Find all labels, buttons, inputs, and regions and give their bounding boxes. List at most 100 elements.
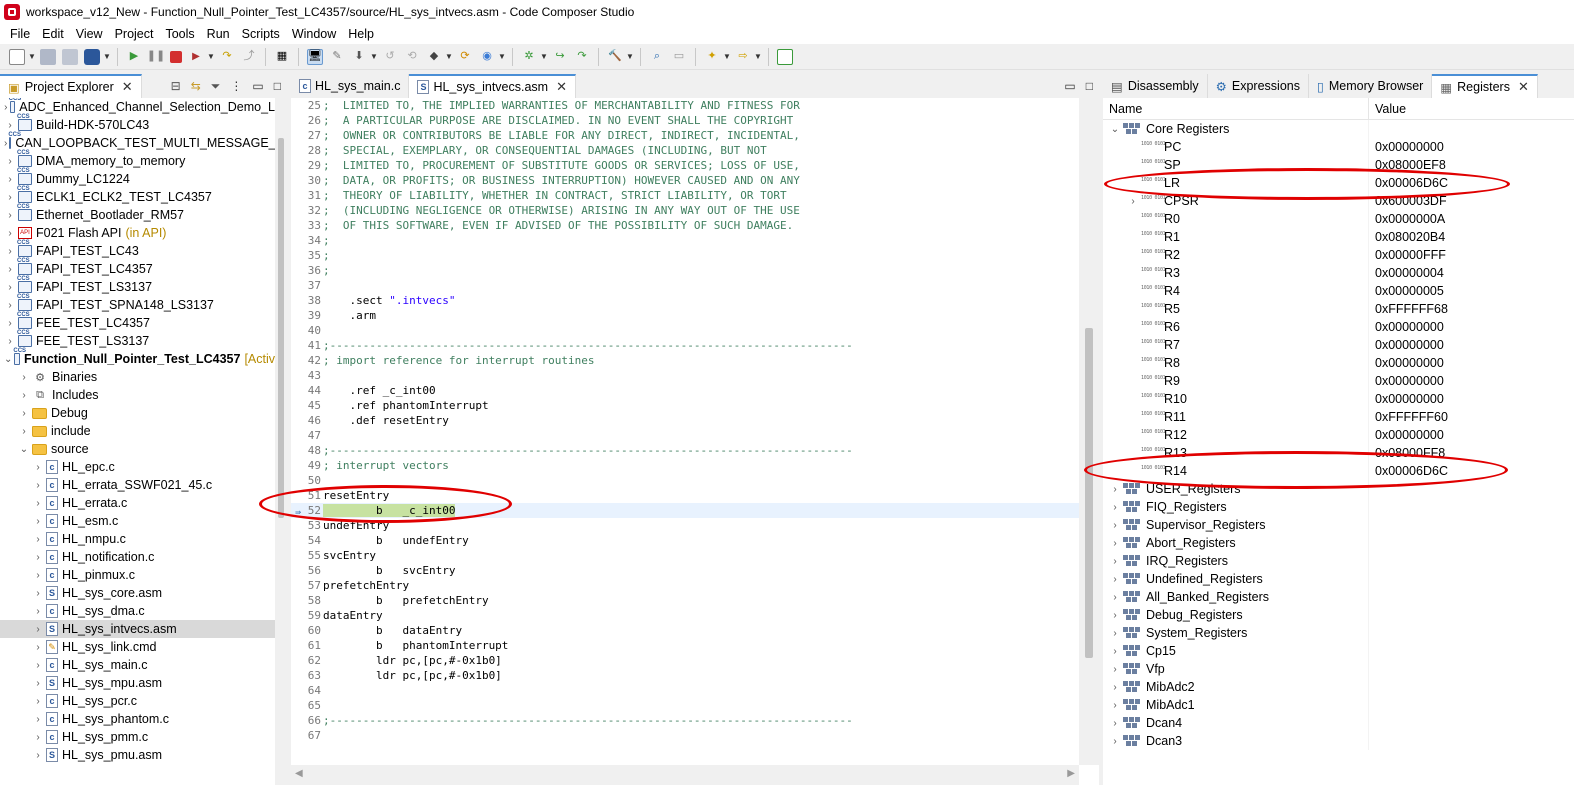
tree-item[interactable]: › S HL_sys_core.asm [0, 584, 275, 602]
reset-icon[interactable]: ⟲ [404, 49, 420, 65]
tree-item[interactable]: › ECLK1_ECLK2_TEST_LC4357 [0, 186, 275, 206]
chevron-right-icon[interactable]: › [1109, 664, 1121, 675]
code-line[interactable]: 35; [291, 248, 1079, 263]
code-line[interactable]: 59 dataEntry [291, 608, 1079, 623]
tree-item[interactable]: › FEE_TEST_LC4357 [0, 312, 275, 332]
register-row[interactable]: 1010 0101 PC 0x00000000 [1103, 138, 1574, 156]
register-value[interactable]: 0x080020B4 [1369, 230, 1445, 244]
step-into-icon[interactable]: ↪ [552, 49, 568, 65]
chip-icon[interactable]: ◆ [426, 49, 442, 65]
link-editor-icon[interactable]: ⇆ [191, 79, 201, 93]
tree-item[interactable]: › c HL_sys_main.c [0, 656, 275, 674]
refresh-icon[interactable]: ⟳ [457, 49, 473, 65]
register-row[interactable]: 1010 0101 R3 0x00000004 [1103, 264, 1574, 282]
register-value[interactable]: 0x00000005 [1369, 284, 1444, 298]
chevron-right-icon[interactable]: › [1109, 628, 1121, 639]
suspend-icon[interactable]: ❚❚ [147, 49, 165, 65]
chevron-right-icon[interactable]: › [1109, 592, 1121, 603]
register-row[interactable]: 1010 0101 R5 0xFFFFFF68 [1103, 300, 1574, 318]
chevron-right-icon[interactable]: › [32, 534, 44, 545]
register-row[interactable]: 1010 0101 R6 0x00000000 [1103, 318, 1574, 336]
register-group-row[interactable]: › Vfp [1103, 660, 1574, 678]
code-line[interactable]: 57 prefetchEntry [291, 578, 1079, 593]
load-dropdown-icon[interactable]: ▼ [370, 52, 378, 61]
code-line[interactable]: 51 resetEntry [291, 488, 1079, 503]
close-icon[interactable]: ✕ [122, 79, 133, 95]
code-editor[interactable]: 25; LIMITED TO, THE IMPLIED WARRANTIES O… [291, 98, 1079, 765]
chevron-right-icon[interactable]: › [4, 336, 16, 347]
tab-project-explorer[interactable]: ▣ Project Explorer ✕ [0, 74, 142, 98]
editor-vertical-scrollbar[interactable] [1079, 98, 1099, 765]
tree-item[interactable]: › c HL_epc.c [0, 458, 275, 476]
code-line[interactable]: 33; OF THIS SOFTWARE, EVEN IF ADVISED OF… [291, 218, 1079, 233]
view-menu-icon[interactable]: ⋮ [230, 79, 242, 93]
maximize-icon[interactable]: □ [274, 79, 281, 93]
chevron-right-icon[interactable]: › [32, 714, 44, 725]
chevron-right-icon[interactable]: › [1109, 520, 1121, 531]
menu-help[interactable]: Help [342, 27, 380, 41]
code-line[interactable]: 52 ⇛ b _c_int00 [291, 503, 1079, 518]
tree-item[interactable]: › Dummy_LC1224 [0, 168, 275, 188]
register-value[interactable]: 0x600003DF [1369, 194, 1447, 208]
register-group-row[interactable]: › Dcan3 [1103, 732, 1574, 750]
target-dropdown-icon[interactable]: ▼ [498, 52, 506, 61]
chevron-right-icon[interactable]: › [1109, 556, 1121, 567]
menu-project[interactable]: Project [109, 27, 160, 41]
register-value[interactable]: 0x00000000 [1369, 338, 1444, 352]
code-line[interactable]: 60 b dataEntry [291, 623, 1079, 638]
chevron-right-icon[interactable]: › [1109, 574, 1121, 585]
tree-item[interactable]: › FAPI_TEST_LC43 [0, 240, 275, 260]
tree-item[interactable]: › FAPI_TEST_SPNA148_LS3137 [0, 294, 275, 314]
tree-item[interactable]: › c HL_notification.c [0, 548, 275, 566]
new-icon[interactable] [9, 48, 25, 65]
code-line[interactable]: 48 ;-------------------------------------… [291, 443, 1079, 458]
register-value[interactable]: 0x00000000 [1369, 140, 1444, 154]
tree-item[interactable]: › S HL_sys_intvecs.asm [0, 620, 275, 638]
chevron-right-icon[interactable]: › [4, 102, 8, 113]
chevron-right-icon[interactable]: › [4, 120, 16, 131]
load-program-icon[interactable]: ⬇ [351, 49, 367, 65]
code-line[interactable]: 56 b svcEntry [291, 563, 1079, 578]
chevron-right-icon[interactable]: › [4, 318, 16, 329]
register-group-row[interactable]: › Dcan4 [1103, 714, 1574, 732]
chevron-right-icon[interactable]: › [32, 480, 44, 491]
chevron-right-icon[interactable]: › [32, 678, 44, 689]
tree-item[interactable]: › FAPI_TEST_LS3137 [0, 276, 275, 296]
code-line[interactable]: 54 b undefEntry [291, 533, 1079, 548]
register-row[interactable]: 1010 0101 R14 0x00006D6C [1103, 462, 1574, 480]
menu-run[interactable]: Run [201, 27, 236, 41]
code-line[interactable]: 61 b phantomInterrupt [291, 638, 1079, 653]
register-group-row[interactable]: › FIQ_Registers [1103, 498, 1574, 516]
close-icon[interactable]: ✕ [1518, 79, 1529, 95]
register-row[interactable]: 1010 0101 R9 0x00000000 [1103, 372, 1574, 390]
step-over-icon[interactable]: ↷ [219, 49, 235, 65]
code-line[interactable]: 41 ;-------------------------------------… [291, 338, 1079, 353]
open-perspective-icon[interactable] [777, 48, 793, 65]
code-line[interactable]: 31; THEORY OF LIABILITY, WHETHER IN CONT… [291, 188, 1079, 203]
chevron-right-icon[interactable]: › [4, 138, 7, 149]
tree-item[interactable]: › CAN_LOOPBACK_TEST_MULTI_MESSAGE_BO [0, 132, 275, 152]
chevron-down-icon[interactable]: ⌄ [1109, 124, 1121, 135]
chevron-right-icon[interactable]: › [18, 426, 30, 437]
chevron-right-icon[interactable]: › [1109, 736, 1121, 747]
column-header-value[interactable]: Value [1369, 98, 1406, 119]
settings-icon[interactable]: ✲ [521, 49, 537, 65]
tree-item[interactable]: › c HL_nmpu.c [0, 530, 275, 548]
register-group-row[interactable]: › Supervisor_Registers [1103, 516, 1574, 534]
terminate-icon[interactable] [170, 50, 182, 63]
debug-icon[interactable] [84, 48, 100, 65]
tree-item[interactable]: › FEE_TEST_LS3137 [0, 330, 275, 350]
menu-view[interactable]: View [70, 27, 109, 41]
search-icon[interactable]: ⌕ [649, 49, 665, 65]
tree-item[interactable]: › FAPI_TEST_LC4357 [0, 258, 275, 278]
code-line[interactable]: 30; DATA, OR PROFITS; OR BUSINESS INTERR… [291, 173, 1079, 188]
register-row[interactable]: › 1010 0101 CPSR 0x600003DF [1103, 192, 1574, 210]
tab-registers[interactable]: ▦ Registers ✕ [1432, 74, 1538, 98]
register-value[interactable]: 0x00006D6C [1369, 176, 1448, 190]
tree-item[interactable]: › c HL_errata_SSWF021_45.c [0, 476, 275, 494]
code-line[interactable]: 49; interrupt vectors [291, 458, 1079, 473]
chevron-right-icon[interactable]: › [1127, 196, 1139, 207]
build-dropdown-icon[interactable]: ▼ [626, 52, 634, 61]
chevron-right-icon[interactable]: › [18, 408, 30, 419]
code-line[interactable]: 26; A PARTICULAR PURPOSE ARE DISCLAIMED.… [291, 113, 1079, 128]
